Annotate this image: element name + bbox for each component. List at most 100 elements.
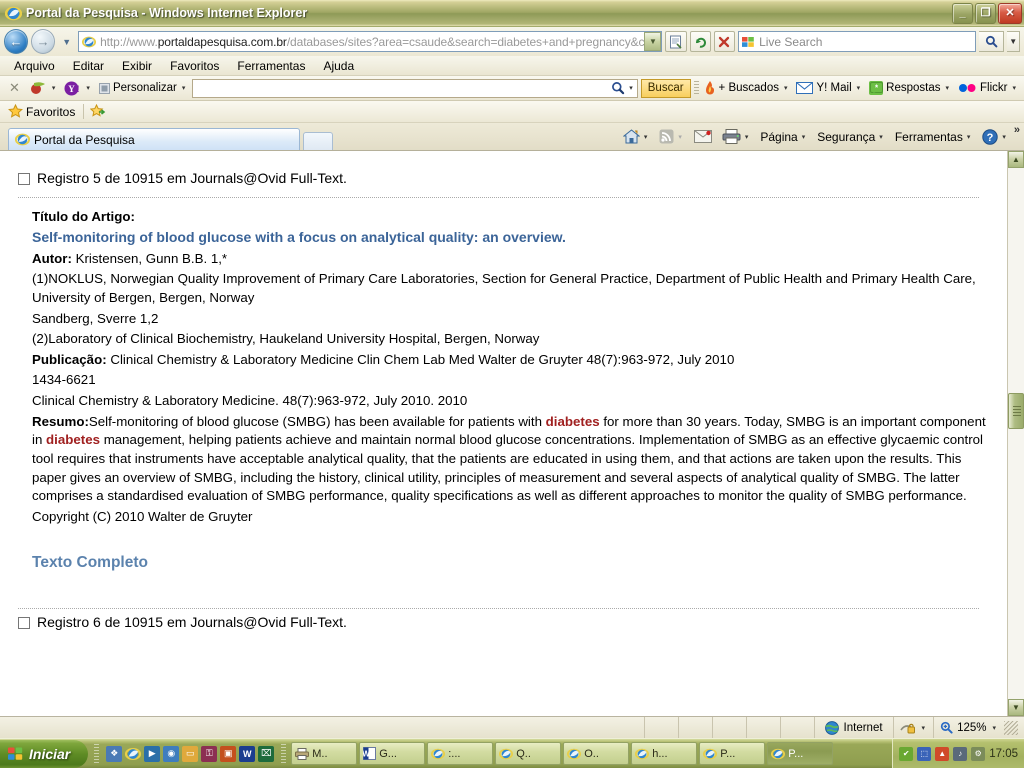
chevron-down-icon: ▼ <box>1009 37 1018 46</box>
menu-item-editar[interactable]: Editar <box>65 57 112 75</box>
scrollbar-track[interactable] <box>1007 168 1024 699</box>
security-zone[interactable]: Internet <box>815 716 894 739</box>
toolbar-close-button[interactable]: ✕ <box>4 80 25 96</box>
address-dropdown-button[interactable]: ▼ <box>644 32 662 51</box>
task-button-2[interactable]: W G... <box>359 742 426 765</box>
security-menu-button[interactable]: Segurança ▾ <box>813 128 889 146</box>
author-2: Sandberg, Sverre 1,2 <box>32 310 159 326</box>
explorer-icon[interactable]: ◉ <box>163 745 180 762</box>
zoom-control[interactable]: 125% ▾ <box>933 716 1024 739</box>
search-provider-dropdown[interactable]: ▼ <box>1007 31 1021 52</box>
antivirus-icon[interactable]: ▲ <box>935 746 950 761</box>
taskbar-grip[interactable] <box>281 743 287 764</box>
menu-item-exibir[interactable]: Exibir <box>114 57 160 75</box>
menu-item-arquivo[interactable]: Arquivo <box>6 57 63 75</box>
media-player-icon[interactable]: ▶ <box>144 745 161 762</box>
record-checkbox-6[interactable] <box>18 616 30 629</box>
affiliation-2: (2)Laboratory of Clinical Biochemistry, … <box>32 331 540 347</box>
yahoo-icon: Y ! <box>64 81 81 96</box>
menu-item-ajuda[interactable]: Ajuda <box>315 57 362 75</box>
favorites-button[interactable]: Favoritos <box>6 103 77 120</box>
yahoo-logo-button[interactable]: Y ! ▾ <box>62 80 94 97</box>
toolbar-item-buscados[interactable]: + Buscados ▾ <box>702 80 792 96</box>
abstract: Resumo:Self-monitoring of blood glucose … <box>32 413 987 506</box>
navigation-bar: ← → ▼ http://www.portaldapesquisa.com.br… <box>0 27 1024 56</box>
yahoo-search-input[interactable]: ▾ <box>192 78 638 98</box>
lock-icon <box>899 721 916 735</box>
task-button-6[interactable]: h... <box>631 742 698 765</box>
chevron-down-icon[interactable]: ▾ <box>627 84 635 92</box>
home-button[interactable]: ▾ <box>619 127 654 146</box>
access-icon[interactable]: ⚿ <box>201 745 218 762</box>
glyph: ✔ <box>902 749 910 758</box>
menu-item-ferramentas[interactable]: Ferramentas <box>229 57 313 75</box>
protected-mode-indicator[interactable]: ▾ <box>894 717 934 739</box>
word-icon[interactable]: W <box>239 745 256 762</box>
folder-icon[interactable]: ▭ <box>182 745 199 762</box>
tools-menu-button[interactable]: Ferramentas ▾ <box>891 128 977 146</box>
chevron-down-icon[interactable]: ▾ <box>920 724 928 732</box>
address-bar[interactable]: http://www.portaldapesquisa.com.br/datab… <box>78 31 663 52</box>
internet-explorer-icon[interactable] <box>125 746 142 762</box>
record-checkbox-5[interactable] <box>18 172 30 185</box>
feeds-button[interactable]: ▾ <box>655 127 688 146</box>
new-tab-button[interactable] <box>303 132 333 150</box>
menu-item-favoritos[interactable]: Favoritos <box>162 57 227 75</box>
powerpoint-icon[interactable]: ▣ <box>220 745 237 762</box>
help-button[interactable]: ? ▾ <box>978 127 1012 147</box>
refresh-button[interactable] <box>689 31 711 52</box>
start-button[interactable]: Iniciar <box>0 739 89 768</box>
yahoo-search-button[interactable]: Buscar <box>640 78 691 98</box>
chevron-down-icon: ▾ <box>783 85 788 92</box>
print-button[interactable]: ▾ <box>718 127 755 146</box>
scroll-up-button[interactable]: ▲ <box>1008 151 1024 168</box>
clock[interactable]: 17:05 <box>989 748 1018 760</box>
status-segment <box>747 716 781 739</box>
search-input[interactable]: Live Search <box>759 35 822 49</box>
record-header-5: Registro 5 de 10915 em Journals@Ovid Ful… <box>10 165 987 197</box>
vertical-scrollbar[interactable]: ▲ ▼ <box>1007 151 1024 716</box>
address-input[interactable]: http://www.portaldapesquisa.com.br/datab… <box>100 35 644 49</box>
command-bar-overflow-button[interactable]: » <box>1014 123 1020 136</box>
customize-button[interactable]: Personalizar ▾ <box>97 81 189 95</box>
minimize-button[interactable]: _ <box>952 2 973 24</box>
quick-launch-grip[interactable] <box>94 743 100 764</box>
toolbar-item-flickr[interactable]: Flickr ▾ <box>956 81 1020 95</box>
search-go-button[interactable] <box>979 31 1005 52</box>
full-text-link[interactable]: Texto Completo <box>32 552 987 574</box>
live-search-box[interactable]: Live Search <box>738 31 977 52</box>
toolbar-item-respostas[interactable]: * Respostas ▾ <box>867 80 953 96</box>
scrollbar-thumb[interactable] <box>1007 393 1024 429</box>
shield-icon[interactable]: ✔ <box>899 746 914 761</box>
task-button-7[interactable]: P... <box>699 742 766 765</box>
toolbar-label-flickr: Flickr <box>980 82 1008 94</box>
resize-grip[interactable] <box>1004 720 1018 735</box>
excel-icon[interactable]: ⌧ <box>258 745 275 762</box>
scroll-down-button[interactable]: ▼ <box>1008 699 1024 716</box>
task-button-8-active[interactable]: P... <box>767 742 834 765</box>
task-button-4[interactable]: Q.. <box>495 742 562 765</box>
add-to-favorites-bar-button[interactable] <box>90 104 106 119</box>
task-button-5[interactable]: O.. <box>563 742 630 765</box>
close-button[interactable]: ✕ <box>998 2 1022 24</box>
read-mail-button[interactable] <box>690 128 716 145</box>
update-icon[interactable]: ⚙ <box>971 746 986 761</box>
network-icon[interactable]: ⬚ <box>917 746 932 761</box>
page-menu-button[interactable]: Página ▾ <box>756 128 811 146</box>
task-buttons: M.. W G... :... Q.. O.. h... <box>289 742 892 765</box>
volume-icon[interactable]: ♪ <box>953 746 968 761</box>
tab-portal-da-pesquisa[interactable]: Portal da Pesquisa <box>8 128 300 150</box>
chevron-down-icon[interactable]: ▾ <box>990 724 998 732</box>
task-button-1[interactable]: M.. <box>291 742 358 765</box>
recent-pages-dropdown[interactable]: ▼ <box>58 37 75 47</box>
toolbar-item-ymail[interactable]: Y! Mail ▾ <box>794 81 864 95</box>
compatibility-view-button[interactable] <box>665 31 687 52</box>
back-button[interactable]: ← <box>4 29 29 54</box>
show-desktop-icon[interactable]: ❖ <box>106 745 123 762</box>
stop-button[interactable] <box>713 31 736 52</box>
restore-button[interactable]: ❐ <box>975 2 996 24</box>
forward-button[interactable]: → <box>31 29 56 54</box>
toolbar-grip[interactable] <box>693 80 699 96</box>
toolbar-brand-button[interactable]: ▾ <box>28 80 60 97</box>
task-button-3[interactable]: :... <box>427 742 494 765</box>
